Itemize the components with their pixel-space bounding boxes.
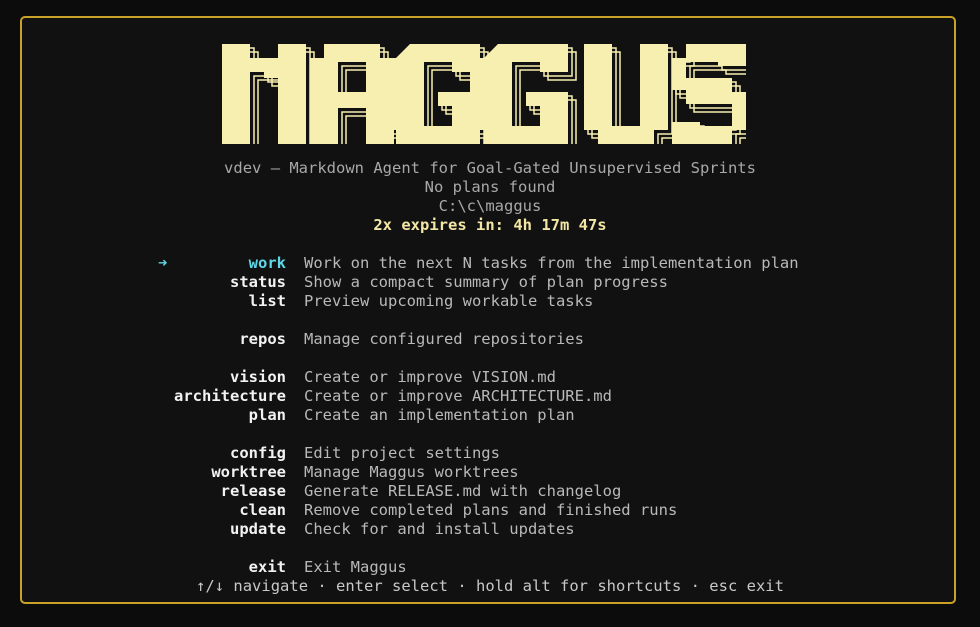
menu-item-repos[interactable]: repos Manage configured repositories [0, 330, 980, 349]
menu-item-command: release [220, 482, 286, 500]
menu-item-list[interactable]: list Preview upcoming workable tasks [0, 292, 980, 311]
menu-item-status[interactable]: status Show a compact summary of plan pr… [0, 273, 980, 292]
expiry-timer: 2x expires in: 4h 17m 47s [373, 216, 607, 234]
menu-item-description: Create or improve ARCHITECTURE.md [304, 387, 612, 405]
menu-item-description: Generate RELEASE.md with changelog [304, 482, 622, 500]
menu-item-command: work [248, 254, 286, 272]
menu-item-description: Work on the next N tasks from the implem… [304, 254, 799, 272]
menu-item-description: Create or improve VISION.md [304, 368, 556, 386]
menu-item-description: Preview upcoming workable tasks [304, 292, 594, 310]
menu-item-exit[interactable]: exit Exit Maggus [0, 558, 980, 577]
menu-item-command: plan [248, 406, 286, 424]
menu-item-config[interactable]: config Edit project settings [0, 444, 980, 463]
menu-item-update[interactable]: update Check for and install updates [0, 520, 980, 539]
menu-item-description: Remove completed plans and finished runs [304, 501, 678, 519]
menu-item-release[interactable]: release Generate RELEASE.md with changel… [0, 482, 980, 501]
menu-item-work[interactable]: ➜ work Work on the next N tasks from the… [0, 254, 980, 273]
menu-item-description: Show a compact summary of plan progress [304, 273, 668, 291]
menu-item-command: clean [239, 501, 286, 519]
menu-item-command: vision [230, 368, 286, 386]
key-hints: ↑/↓ navigate · enter select · hold alt f… [196, 577, 784, 595]
menu-item-command: status [230, 273, 286, 291]
selection-arrow-icon: ➜ [158, 254, 168, 272]
current-directory: C:\c\maggus [438, 197, 542, 215]
menu-item-description: Manage Maggus worktrees [304, 463, 519, 481]
menu-item-vision[interactable]: vision Create or improve VISION.md [0, 368, 980, 387]
menu-item-architecture[interactable]: architecture Create or improve ARCHITECT… [0, 387, 980, 406]
maggus-logo [222, 44, 746, 144]
menu-item-command: worktree [211, 463, 286, 481]
menu-item-description: Manage configured repositories [304, 330, 584, 348]
menu-item-command: repos [239, 330, 286, 348]
menu-item-clean[interactable]: clean Remove completed plans and finishe… [0, 501, 980, 520]
plans-status: No plans found [424, 178, 556, 196]
menu-item-command: list [248, 292, 286, 310]
menu-item-description: Edit project settings [304, 444, 500, 462]
menu-item-description: Create an implementation plan [304, 406, 575, 424]
menu-item-command: exit [248, 558, 286, 576]
tagline: vdev — Markdown Agent for Goal-Gated Uns… [224, 159, 756, 177]
menu-item-plan[interactable]: plan Create an implementation plan [0, 406, 980, 425]
menu-item-command: update [230, 520, 286, 538]
menu-item-description: Exit Maggus [304, 558, 407, 576]
menu-item-command: config [230, 444, 286, 462]
menu-item-worktree[interactable]: worktree Manage Maggus worktrees [0, 463, 980, 482]
menu-item-description: Check for and install updates [304, 520, 575, 538]
menu-item-command: architecture [174, 387, 286, 405]
